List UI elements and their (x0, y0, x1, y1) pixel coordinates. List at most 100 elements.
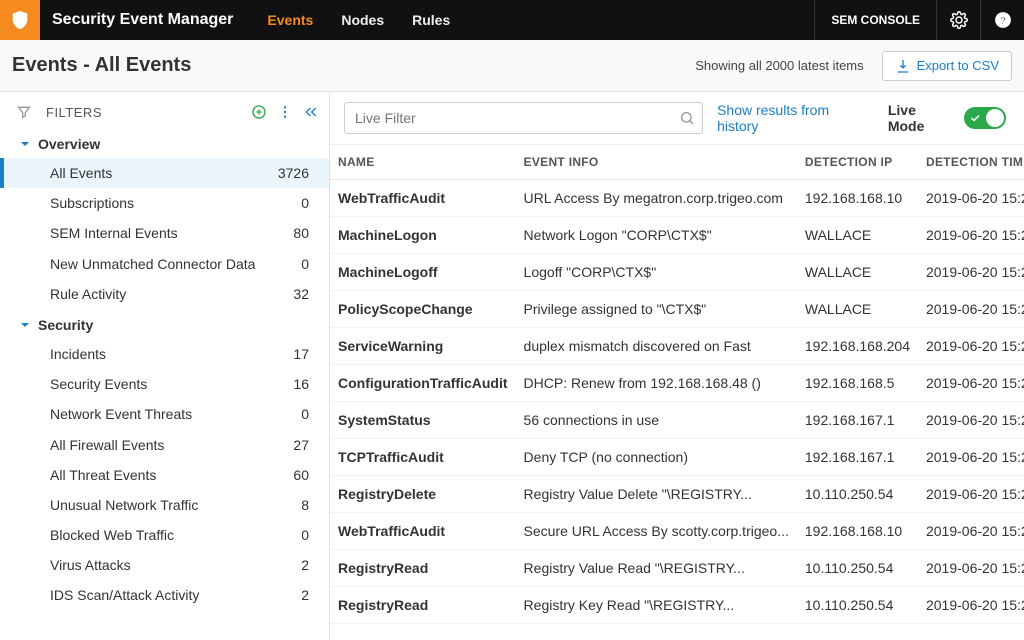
cell-name: WebTrafficAudit (330, 513, 516, 550)
sidebar-item[interactable]: SEM Internal Events80 (0, 218, 329, 248)
column-header[interactable]: EVENT INFO (516, 145, 797, 180)
sidebar-item[interactable]: Rule Activity32 (0, 279, 329, 309)
help-icon: ? (994, 11, 1012, 29)
events-table: NAMEEVENT INFODETECTION IPDETECTION TIME… (330, 145, 1024, 624)
content-area: Show results from history Live Mode NAME… (330, 92, 1024, 640)
section-header-overview[interactable]: Overview (0, 128, 329, 158)
sidebar-item[interactable]: Unusual Network Traffic8 (0, 490, 329, 520)
show-history-link[interactable]: Show results from history (717, 102, 874, 134)
nav-item-nodes[interactable]: Nodes (327, 0, 398, 40)
cell-event-info: Registry Value Delete "\REGISTRY... (516, 476, 797, 513)
sidebar-item-label: Rule Activity (50, 285, 293, 303)
sidebar-item-count: 16 (293, 375, 309, 393)
sidebar-item-count: 60 (293, 466, 309, 484)
cell-name: MachineLogoff (330, 254, 516, 291)
sidebar-item-count: 2 (301, 586, 309, 604)
filter-bar: Show results from history Live Mode (330, 92, 1024, 144)
help-button[interactable]: ? (980, 0, 1024, 40)
sidebar-item-label: IDS Scan/Attack Activity (50, 586, 301, 604)
sidebar-item[interactable]: All Firewall Events27 (0, 430, 329, 460)
cell-detection-time: 2019-06-20 15:23:47 (918, 513, 1024, 550)
live-filter-input[interactable] (344, 102, 703, 134)
table-row[interactable]: RegistryReadRegistry Key Read "\REGISTRY… (330, 587, 1024, 624)
live-mode-toggle[interactable] (964, 107, 1006, 129)
collapse-sidebar-icon[interactable] (303, 104, 319, 120)
app-title: Security Event Manager (52, 11, 233, 29)
sidebar-item[interactable]: Network Event Threats0 (0, 399, 329, 429)
cell-detection-ip: 192.168.167.1 (797, 402, 918, 439)
cell-detection-time: 2019-06-20 15:24:01 (918, 291, 1024, 328)
more-options-icon[interactable] (277, 104, 293, 120)
add-filter-icon[interactable] (251, 104, 267, 120)
table-row[interactable]: ServiceWarningduplex mismatch discovered… (330, 328, 1024, 365)
cell-event-info: Secure URL Access By scotty.corp.trigeo.… (516, 513, 797, 550)
cell-event-info: Logoff "CORP\CTX$" (516, 254, 797, 291)
sidebar-item-count: 3726 (278, 164, 309, 182)
sidebar-item[interactable]: Incidents17 (0, 339, 329, 369)
sidebar-item-count: 0 (301, 194, 309, 212)
cell-name: ConfigurationTrafficAudit (330, 365, 516, 402)
sidebar-item-count: 0 (301, 526, 309, 544)
table-row[interactable]: RegistryDeleteRegistry Value Delete "\RE… (330, 476, 1024, 513)
export-csv-button[interactable]: Export to CSV (882, 51, 1012, 81)
cell-detection-time: 2019-06-20 15:23:55 (918, 402, 1024, 439)
sidebar-item-label: SEM Internal Events (50, 224, 293, 242)
sidebar-item-label: Incidents (50, 345, 293, 363)
events-table-wrap[interactable]: NAMEEVENT INFODETECTION IPDETECTION TIME… (330, 144, 1024, 640)
svg-text:?: ? (999, 15, 1005, 27)
table-row[interactable]: PolicyScopeChangePrivilege assigned to "… (330, 291, 1024, 328)
sidebar-item[interactable]: Security Events16 (0, 369, 329, 399)
gear-icon (950, 11, 968, 29)
sidebar-item[interactable]: Virus Attacks2 (0, 550, 329, 580)
nav-item-events[interactable]: Events (253, 0, 327, 40)
sidebar: FILTERS OverviewAll Events3726Subscripti… (0, 92, 330, 640)
sem-console-button[interactable]: SEM CONSOLE (814, 0, 936, 40)
table-row[interactable]: RegistryReadRegistry Value Read "\REGIST… (330, 550, 1024, 587)
sidebar-item[interactable]: Subscriptions0 (0, 188, 329, 218)
section-header-security[interactable]: Security (0, 309, 329, 339)
settings-button[interactable] (936, 0, 980, 40)
table-row[interactable]: MachineLogonNetwork Logon "CORP\CTX$"WAL… (330, 217, 1024, 254)
search-icon (679, 110, 695, 126)
export-label: Export to CSV (917, 58, 999, 73)
sidebar-item-label: Virus Attacks (50, 556, 301, 574)
export-icon (895, 58, 911, 74)
table-row[interactable]: SystemStatus56 connections in use192.168… (330, 402, 1024, 439)
table-row[interactable]: ConfigurationTrafficAuditDHCP: Renew fro… (330, 365, 1024, 402)
cell-detection-ip: 192.168.168.10 (797, 180, 918, 217)
sidebar-item-label: All Firewall Events (50, 436, 293, 454)
cell-event-info: Deny TCP (no connection) (516, 439, 797, 476)
column-header[interactable]: DETECTION TIME (918, 145, 1024, 180)
column-header[interactable]: NAME (330, 145, 516, 180)
filters-header: FILTERS (0, 98, 329, 128)
shield-icon (9, 9, 31, 31)
page-header: Events - All Events Showing all 2000 lat… (0, 40, 1024, 92)
table-row[interactable]: MachineLogoffLogoff "CORP\CTX$"WALLACE20… (330, 254, 1024, 291)
nav-item-rules[interactable]: Rules (398, 0, 464, 40)
cell-detection-ip: 192.168.167.1 (797, 439, 918, 476)
sidebar-item[interactable]: IDS Scan/Attack Activity2 (0, 580, 329, 610)
cell-detection-time: 2019-06-20 15:24:01 (918, 180, 1024, 217)
sidebar-item-label: New Unmatched Connector Data (50, 255, 301, 273)
cell-name: RegistryRead (330, 550, 516, 587)
sidebar-item-count: 8 (301, 496, 309, 514)
sidebar-item[interactable]: New Unmatched Connector Data0 (0, 249, 329, 279)
column-header[interactable]: DETECTION IP (797, 145, 918, 180)
cell-detection-ip: 192.168.168.5 (797, 365, 918, 402)
cell-detection-ip: 10.110.250.54 (797, 476, 918, 513)
cell-detection-time: 2019-06-20 15:23:55 (918, 365, 1024, 402)
table-row[interactable]: WebTrafficAuditSecure URL Access By scot… (330, 513, 1024, 550)
sidebar-item-count: 0 (301, 255, 309, 273)
checkmark-icon (969, 112, 981, 124)
sidebar-item[interactable]: All Threat Events60 (0, 460, 329, 490)
cell-detection-ip: WALLACE (797, 217, 918, 254)
sidebar-item[interactable]: Blocked Web Traffic0 (0, 520, 329, 550)
live-filter-search (344, 102, 703, 134)
table-row[interactable]: WebTrafficAuditURL Access By megatron.co… (330, 180, 1024, 217)
main-nav: EventsNodesRules (253, 0, 464, 40)
table-row[interactable]: TCPTrafficAuditDeny TCP (no connection)1… (330, 439, 1024, 476)
sidebar-item[interactable]: All Events3726 (0, 158, 329, 188)
sidebar-item-count: 0 (301, 405, 309, 423)
sidebar-item-label: Blocked Web Traffic (50, 526, 301, 544)
cell-detection-ip: 10.110.250.54 (797, 550, 918, 587)
